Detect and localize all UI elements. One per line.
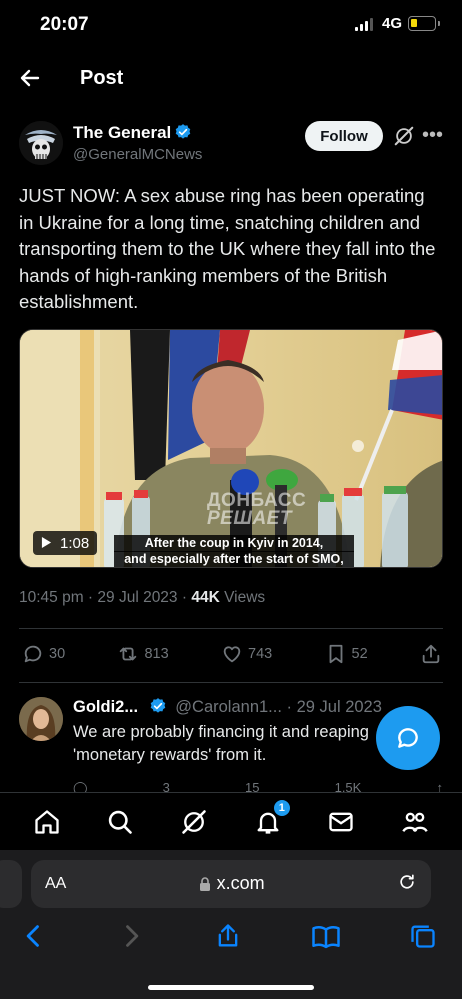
verified-badge-icon bbox=[149, 697, 167, 715]
author-name-text[interactable]: The General bbox=[73, 123, 171, 142]
verified-badge-icon bbox=[174, 123, 192, 141]
nav-messages[interactable] bbox=[324, 805, 358, 839]
compose-message-button[interactable] bbox=[376, 706, 440, 770]
nav-communities[interactable] bbox=[398, 805, 432, 839]
bottom-navigation: 1 bbox=[0, 792, 462, 850]
home-icon bbox=[35, 809, 59, 834]
forward-icon[interactable] bbox=[117, 922, 147, 952]
video-duration: 1:08 bbox=[60, 534, 90, 552]
url-display[interactable]: x.com bbox=[66, 873, 397, 896]
nav-notifications[interactable]: 1 bbox=[251, 798, 291, 839]
tweet-timestamp: 10:45 pm · 29 Jul 2023 · bbox=[19, 589, 192, 606]
grok-icon bbox=[182, 809, 206, 834]
network-type: 4G bbox=[382, 15, 403, 32]
tabs-icon[interactable] bbox=[409, 922, 439, 952]
reader-options-button[interactable]: AA bbox=[45, 875, 66, 893]
notifications-badge: 1 bbox=[272, 798, 291, 817]
tweet-actions: 30 813 743 52 bbox=[22, 643, 442, 665]
author-name[interactable]: The General bbox=[73, 123, 192, 143]
reply-like-count[interactable]: 15 bbox=[245, 780, 259, 792]
bookmark-icon bbox=[329, 644, 342, 664]
reply-author-name[interactable]: Goldi2... bbox=[73, 698, 138, 716]
video-player[interactable]: ДОНБАСС РЕШАЕТ After the coup in Kyiv in… bbox=[19, 329, 443, 568]
reply-actions: ◯ 3 15 1.5K ↑ bbox=[73, 780, 443, 792]
reply-icon bbox=[24, 645, 42, 663]
reply-author-handle[interactable]: @Carolann1... bbox=[175, 698, 282, 716]
repost-icon bbox=[120, 647, 137, 661]
page-title: Post bbox=[80, 67, 124, 89]
url-text: x.com bbox=[216, 872, 265, 893]
video-watermark: ДОНБАСС РЕШАЕТ bbox=[207, 491, 306, 529]
repost-button[interactable]: 813 bbox=[117, 643, 169, 665]
reply-header[interactable]: Goldi2... @Carolann1... · 29 Jul 2023 bbox=[73, 697, 413, 717]
share-sheet-icon[interactable] bbox=[214, 922, 244, 952]
tweet-meta: 10:45 pm · 29 Jul 2023 · 44K Views bbox=[19, 589, 265, 607]
home-indicator bbox=[148, 985, 314, 990]
share-button[interactable] bbox=[420, 643, 442, 665]
back-arrow-icon[interactable] bbox=[18, 66, 42, 90]
bookmark-count: 52 bbox=[351, 646, 368, 662]
nav-search[interactable] bbox=[103, 805, 137, 839]
reply-repost-count[interactable]: 3 bbox=[163, 780, 170, 792]
reply-views-count[interactable]: 1.5K bbox=[335, 780, 362, 792]
search-icon bbox=[109, 810, 133, 834]
battery-icon bbox=[408, 16, 440, 31]
reply-count: 30 bbox=[49, 646, 66, 662]
nav-home[interactable] bbox=[30, 805, 64, 839]
bookmark-button[interactable]: 52 bbox=[325, 643, 368, 665]
more-options-icon[interactable]: ••• bbox=[422, 124, 443, 147]
reply-button[interactable]: 30 bbox=[22, 643, 65, 665]
reply-text: We are probably financing it and reaping… bbox=[73, 723, 369, 764]
author-avatar[interactable] bbox=[19, 121, 63, 165]
reply-share-icon[interactable]: ↑ bbox=[436, 780, 443, 792]
grok-icon[interactable] bbox=[393, 125, 415, 147]
subtitle-line-2: and especially after the start of SMO, bbox=[114, 551, 354, 567]
watermark-line-2: РЕШАЕТ bbox=[207, 508, 292, 529]
people-icon bbox=[402, 812, 428, 832]
author-handle[interactable]: @GeneralMCNews bbox=[73, 146, 202, 163]
back-icon[interactable] bbox=[20, 922, 50, 952]
divider bbox=[19, 628, 443, 629]
chat-bubble-icon bbox=[398, 728, 418, 748]
share-icon bbox=[422, 644, 440, 664]
like-count: 743 bbox=[248, 646, 273, 662]
tweet-text: JUST NOW: A sex abuse ring has been oper… bbox=[19, 185, 436, 312]
address-bar[interactable]: AA x.com bbox=[31, 860, 431, 908]
reply-date: · 29 Jul 2023 bbox=[286, 698, 382, 716]
follow-button[interactable]: Follow bbox=[305, 121, 383, 151]
signal-icon bbox=[355, 18, 373, 31]
views-count: 44K bbox=[191, 589, 220, 606]
reply-avatar[interactable] bbox=[19, 697, 63, 741]
lock-icon bbox=[199, 875, 211, 896]
divider bbox=[19, 682, 443, 683]
reply-reply-icon[interactable]: ◯ bbox=[73, 780, 88, 792]
bookmarks-icon[interactable] bbox=[311, 922, 341, 952]
reload-icon[interactable] bbox=[397, 872, 417, 897]
previous-tab[interactable] bbox=[0, 860, 22, 908]
heart-icon bbox=[223, 646, 241, 663]
mail-icon bbox=[329, 812, 354, 831]
play-icon bbox=[41, 535, 52, 552]
video-duration-badge[interactable]: 1:08 bbox=[33, 531, 98, 555]
views-label: Views bbox=[219, 589, 266, 606]
repost-count: 813 bbox=[144, 646, 169, 662]
status-time: 20:07 bbox=[40, 14, 89, 35]
like-button[interactable]: 743 bbox=[221, 643, 272, 665]
subtitle-line-1: After the coup in Kyiv in 2014, bbox=[114, 535, 354, 552]
nav-grok[interactable] bbox=[177, 805, 211, 839]
